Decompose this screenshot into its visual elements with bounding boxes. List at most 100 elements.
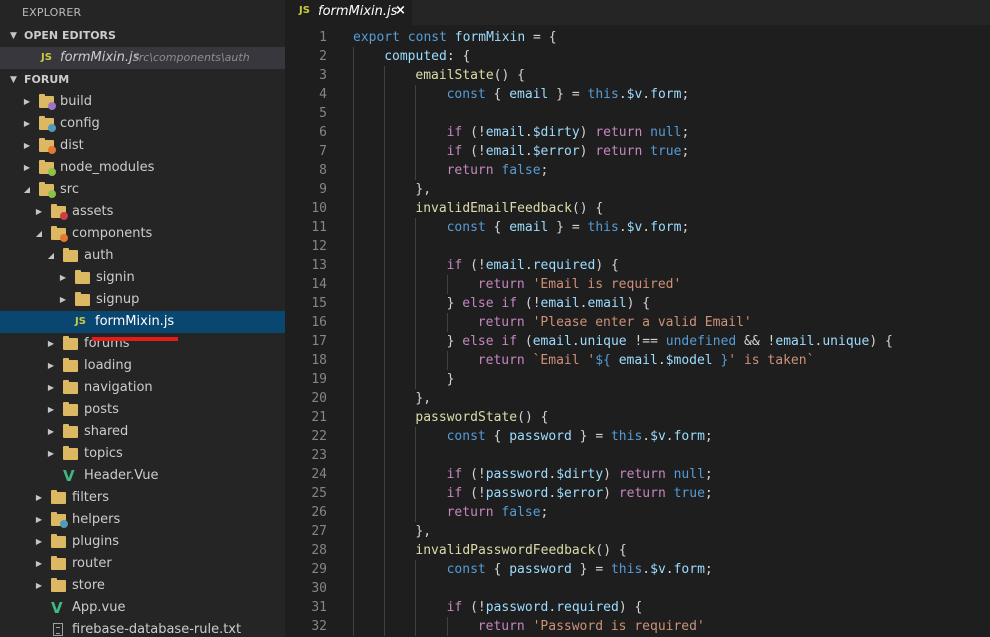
close-icon[interactable]: × — [395, 3, 406, 18]
chevron-right-icon[interactable]: ▶ — [46, 399, 56, 421]
indent-guide — [415, 579, 417, 598]
chevron-right-icon[interactable]: ▶ — [34, 553, 44, 575]
chevron-right-icon[interactable]: ▶ — [46, 443, 56, 465]
tree-item[interactable]: ▶ store — [0, 575, 285, 597]
chevron-right-icon[interactable]: ▶ — [58, 289, 68, 311]
tree-item[interactable]: ▶ router — [0, 553, 285, 575]
tree-item-label: posts — [84, 402, 119, 417]
code-token: return — [477, 353, 525, 368]
open-editor-item[interactable]: JS formMixin.js src\components\auth — [0, 47, 285, 69]
indent-guide — [384, 389, 386, 408]
chevron-right-icon[interactable]: ▶ — [34, 509, 44, 531]
chevron-right-icon[interactable]: ▶ — [58, 267, 68, 289]
indent-guide — [446, 275, 448, 294]
tree-item[interactable]: ▶ node_modules — [0, 157, 285, 179]
tree-item[interactable]: ▶ signup — [0, 289, 285, 311]
chevron-right-icon[interactable]: ▶ — [22, 91, 32, 113]
chevron-right-icon[interactable]: ▶ — [46, 333, 56, 355]
project-header[interactable]: ▼ FORUM — [0, 69, 285, 91]
tree-item[interactable]: ▶ plugins — [0, 531, 285, 553]
indent-guide — [415, 351, 417, 370]
tree-item[interactable]: ▶ posts — [0, 399, 285, 421]
code-text: computed: { — [384, 47, 470, 66]
tree-item[interactable]: V Header.Vue — [0, 465, 285, 487]
tree-item[interactable]: ▶ shared — [0, 421, 285, 443]
code-token: . — [548, 486, 557, 501]
tree-item[interactable]: V App.vue — [0, 597, 285, 619]
tree-item[interactable]: ▶ config — [0, 113, 285, 135]
tree-item-label: config — [60, 116, 100, 131]
tree-item[interactable]: ▶ helpers — [0, 509, 285, 531]
tree-item[interactable]: firebase-database-rule.txt — [0, 619, 285, 637]
chevron-right-icon[interactable]: ▶ — [22, 135, 32, 157]
code-text: const { email } = this.$v.form; — [447, 85, 690, 104]
project-label: FORUM — [24, 73, 70, 86]
code-token: ) — [579, 144, 596, 159]
chevron-down-icon[interactable]: ◢ — [46, 245, 56, 267]
folder-icon — [39, 182, 56, 198]
tree-item[interactable]: ▶ build — [0, 91, 285, 113]
open-editors-header[interactable]: ▼ OPEN EDITORS — [0, 25, 285, 47]
code-editor[interactable]: 1 export const formMixin = {2 computed: {3… — [285, 28, 990, 637]
code-token: const — [446, 429, 486, 444]
indent-guide — [415, 313, 417, 332]
tree-item[interactable]: ◢ components — [0, 223, 285, 245]
tree-item[interactable]: ▶ topics — [0, 443, 285, 465]
code-token: true — [673, 486, 705, 501]
tree-item[interactable]: ▶ loading — [0, 355, 285, 377]
chevron-right-icon[interactable]: ▶ — [46, 377, 56, 399]
tree-item[interactable]: ▶ assets — [0, 201, 285, 223]
indent-guide — [415, 560, 417, 579]
line-number: 13 — [311, 258, 327, 273]
tree-item[interactable]: ▶ signin — [0, 267, 285, 289]
code-text: const { password } = this.$v.form; — [447, 560, 713, 579]
chevron-right-icon[interactable]: ▶ — [34, 575, 44, 597]
code-token: return — [477, 315, 525, 330]
line-number: 12 — [311, 239, 327, 254]
indent-guide — [353, 199, 354, 218]
folder-icon — [63, 424, 78, 438]
line-number: 17 — [311, 334, 327, 349]
code-token: !== — [626, 334, 666, 349]
code-line: 15} else if (!email.email) { — [285, 294, 990, 313]
chevron-right-icon[interactable]: ▶ — [34, 531, 44, 553]
code-text: const { email } = this.$v.form; — [447, 218, 690, 237]
indent-guide — [353, 85, 354, 104]
tree-item-label: auth — [84, 248, 114, 263]
chevron-down-icon[interactable]: ◢ — [22, 179, 32, 201]
tree-item[interactable]: ◢ auth — [0, 245, 285, 267]
code-token: form — [673, 429, 705, 444]
indent-guide — [384, 503, 386, 522]
tab-formmixin[interactable]: JS formMixin.js × — [285, 0, 412, 25]
line-number: 1 — [319, 30, 327, 45]
explorer-sidebar: EXPLORER ▼ OPEN EDITORS JS formMixin.js … — [0, 0, 285, 637]
code-token: if — [446, 125, 463, 140]
tree-item[interactable]: ◢ src — [0, 179, 285, 201]
code-token: if — [446, 258, 463, 273]
indent-guide — [384, 161, 386, 180]
indent-guide — [384, 465, 386, 484]
tree-item[interactable]: ▶ navigation — [0, 377, 285, 399]
code-token: if — [446, 600, 463, 615]
code-line: 14 return 'Email is required' — [285, 275, 990, 294]
indent-guide — [384, 541, 386, 560]
code-token: 'Password is required' — [532, 619, 705, 634]
indent-guide — [384, 237, 386, 256]
tree-item[interactable]: ▶ dist — [0, 135, 285, 157]
tree-item[interactable]: ▶ filters — [0, 487, 285, 509]
chevron-right-icon[interactable]: ▶ — [22, 113, 32, 135]
tab-label: formMixin.js — [318, 4, 398, 19]
chevron-right-icon[interactable]: ▶ — [46, 355, 56, 377]
indent-guide — [384, 427, 386, 446]
chevron-down-icon[interactable]: ◢ — [34, 223, 44, 245]
tree-item[interactable]: JS formMixin.js — [0, 311, 285, 333]
chevron-right-icon[interactable]: ▶ — [46, 421, 56, 443]
line-number: 28 — [311, 543, 327, 558]
tree-item-label: plugins — [72, 534, 119, 549]
chevron-right-icon[interactable]: ▶ — [34, 487, 44, 509]
chevron-right-icon[interactable]: ▶ — [22, 157, 32, 179]
indent-guide — [446, 351, 448, 370]
chevron-right-icon[interactable]: ▶ — [34, 201, 44, 223]
